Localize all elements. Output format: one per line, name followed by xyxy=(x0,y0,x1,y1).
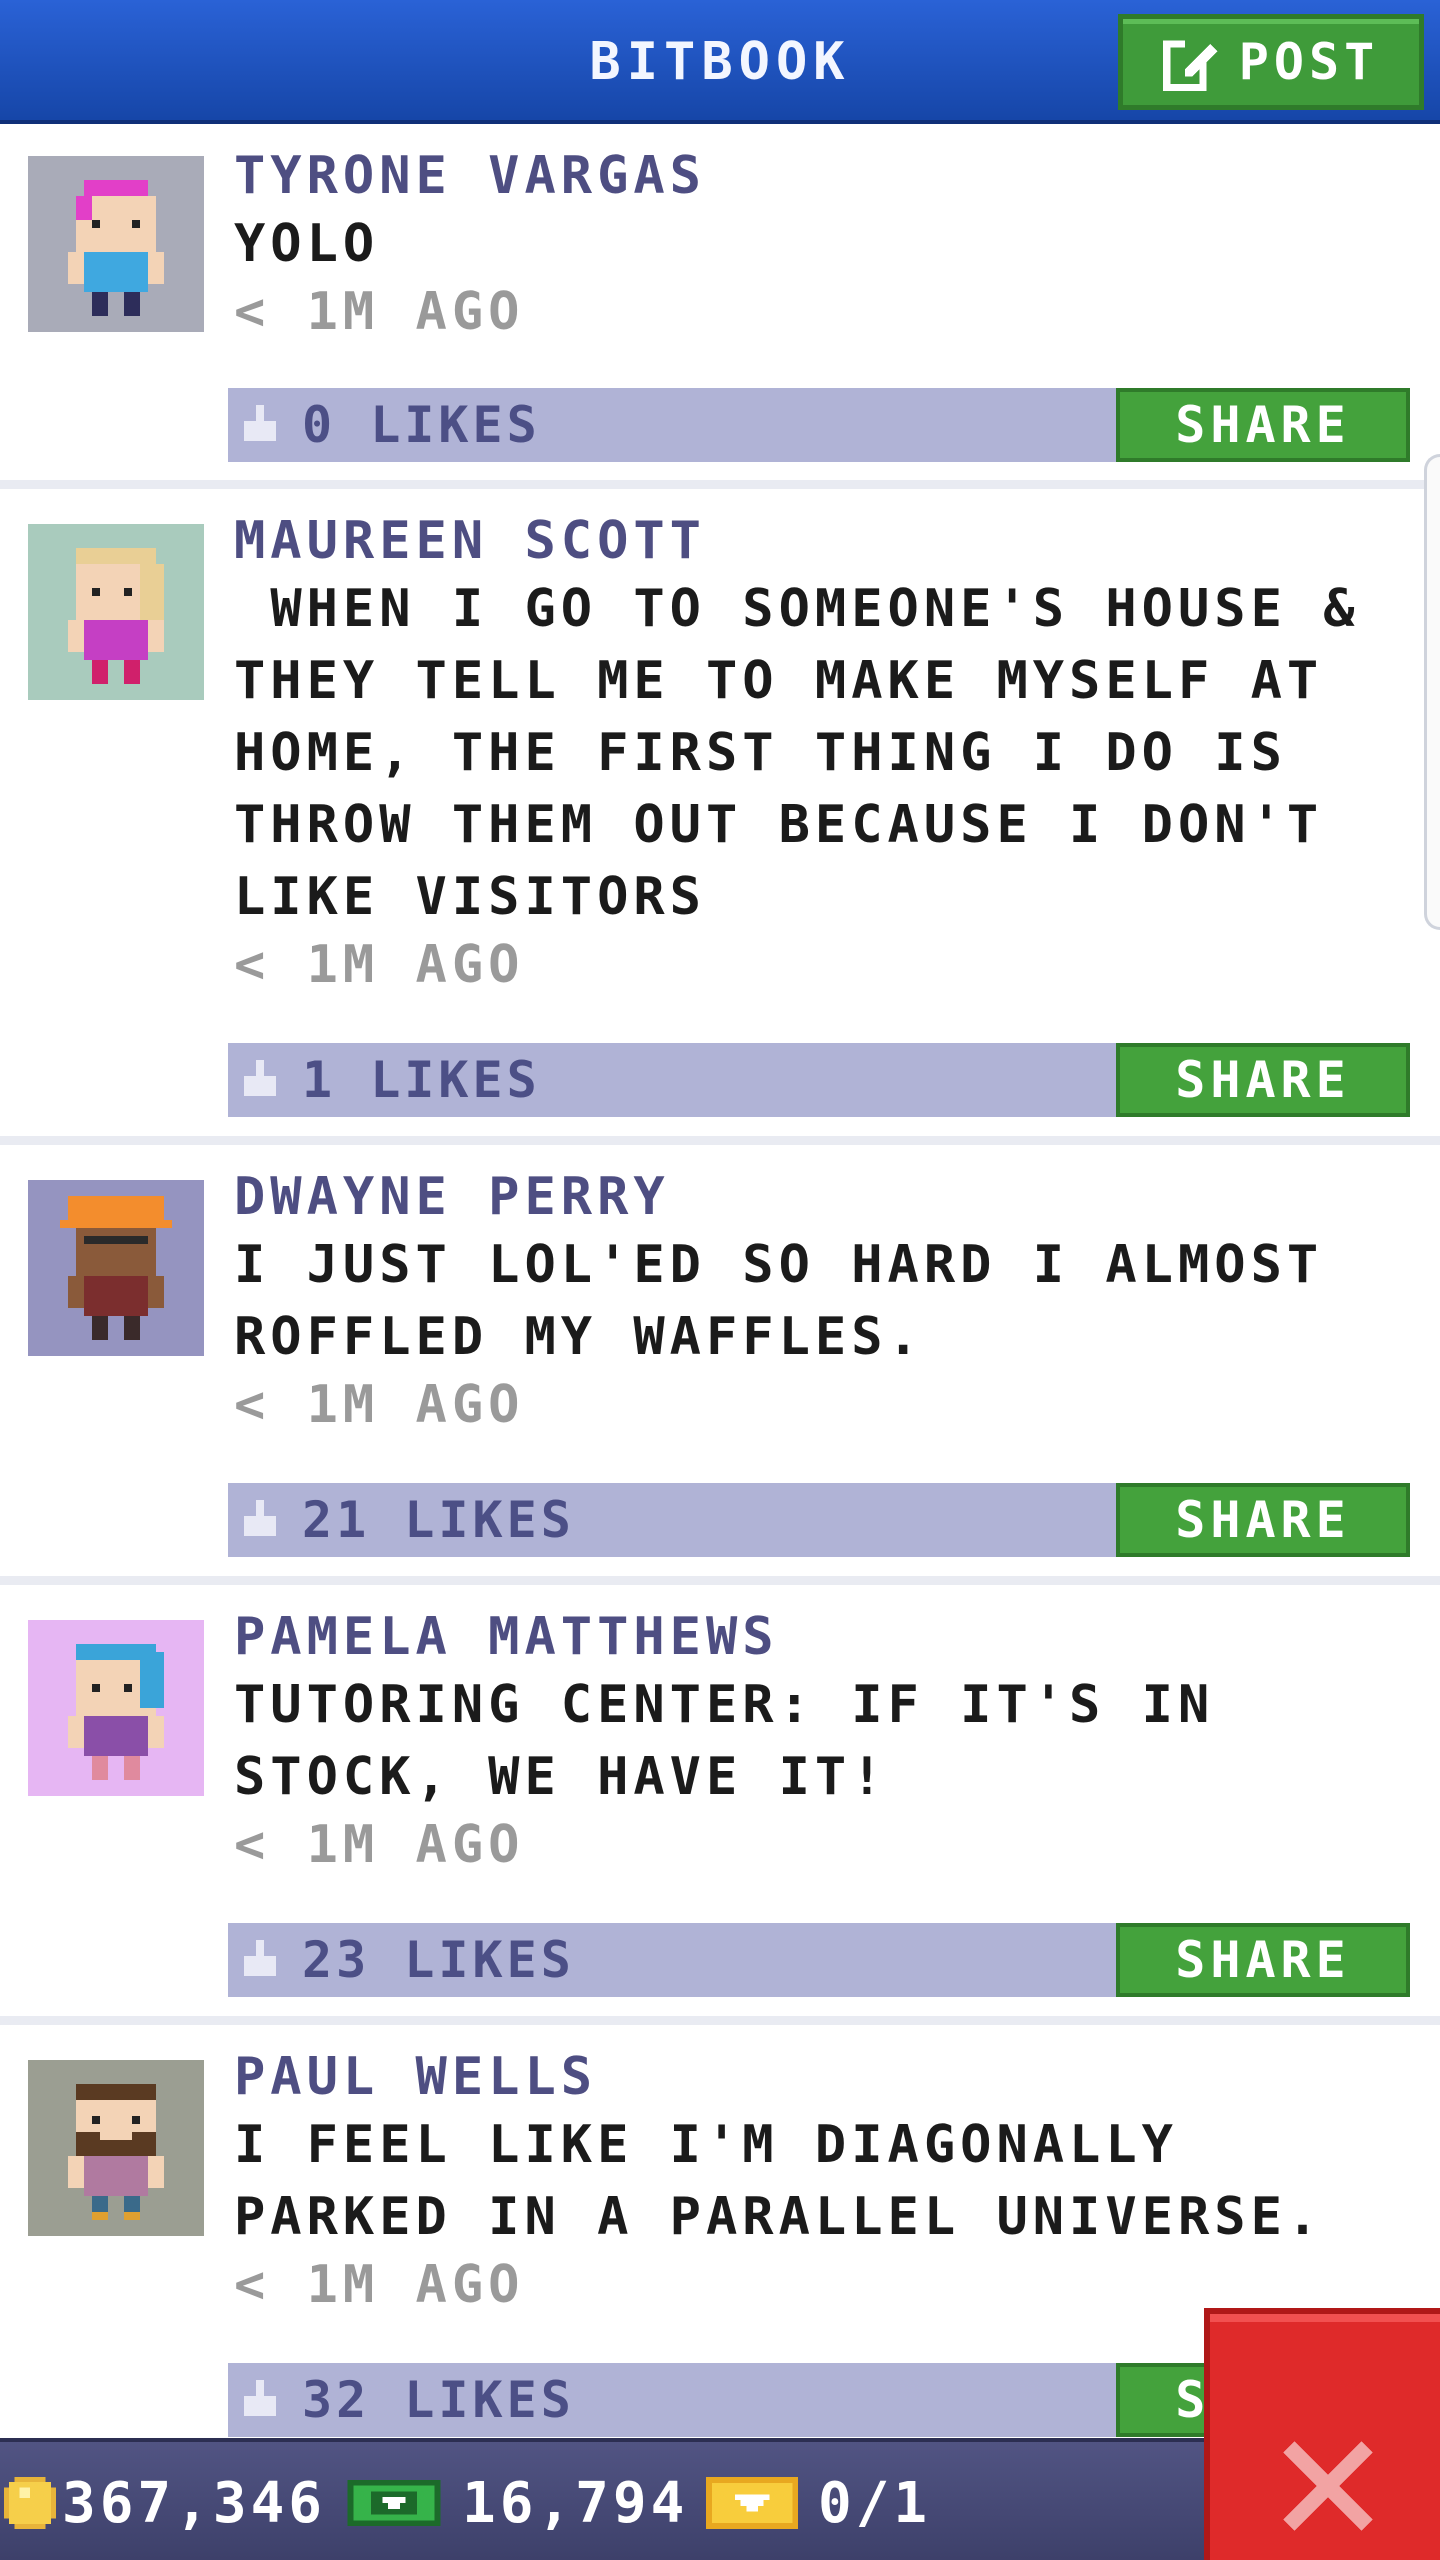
share-button[interactable]: SHARE xyxy=(1116,1043,1410,1117)
thumbs-up-icon[interactable] xyxy=(240,2379,280,2421)
cash-stat[interactable]: 16,794 xyxy=(346,2442,688,2560)
bitizen-avatar xyxy=(68,180,164,316)
scrollbar[interactable] xyxy=(1424,454,1440,930)
like-count: 32 LIKES xyxy=(302,2371,575,2429)
post-divider xyxy=(0,1576,1440,1585)
close-icon xyxy=(1283,2441,1373,2531)
close-button[interactable] xyxy=(1204,2308,1440,2560)
bitizen-avatar xyxy=(60,1196,172,1340)
post-text: YOLO xyxy=(234,214,380,274)
post-text: I FEEL LIKE I'M DIAGONALLY PARKED IN A P… xyxy=(234,2115,1324,2247)
news-feed[interactable]: TYRONE VARGAS YOLO < 1M AGO 0 LIKES SHAR… xyxy=(0,124,1440,2438)
post-author[interactable]: MAUREEN SCOTT xyxy=(234,511,706,571)
feed-post: DWAYNE PERRY I JUST LOL'ED SO HARD I ALM… xyxy=(0,1145,1440,1585)
feed-post: PAMELA MATTHEWS TUTORING CENTER: IF IT'S… xyxy=(0,1585,1440,2025)
ticket-icon xyxy=(706,2477,798,2529)
post-timestamp: < 1M AGO xyxy=(234,282,525,342)
feed-post: TYRONE VARGAS YOLO < 1M AGO 0 LIKES SHAR… xyxy=(0,124,1440,489)
avatar xyxy=(28,1620,204,1796)
post-label: POST xyxy=(1238,33,1380,91)
tickets-stat[interactable]: 0/1 xyxy=(706,2442,931,2560)
post-timestamp: < 1M AGO xyxy=(234,2255,525,2315)
bitizen-avatar xyxy=(68,1644,164,1780)
post-timestamp: < 1M AGO xyxy=(234,1815,525,1875)
app-header: BITBOOK POST xyxy=(0,0,1440,124)
post-divider xyxy=(0,480,1440,489)
post-author[interactable]: TYRONE VARGAS xyxy=(234,146,706,206)
avatar xyxy=(28,1180,204,1356)
share-button[interactable]: SHARE xyxy=(1116,1923,1410,1997)
tickets-value: 0/1 xyxy=(818,2470,932,2536)
post-divider xyxy=(0,2016,1440,2025)
post-author[interactable]: DWAYNE PERRY xyxy=(234,1167,670,1227)
avatar xyxy=(28,2060,204,2236)
like-count: 0 LIKES xyxy=(302,396,541,454)
post-author[interactable]: PAMELA MATTHEWS xyxy=(234,1607,779,1667)
post-timestamp: < 1M AGO xyxy=(234,1375,525,1435)
post-timestamp: < 1M AGO xyxy=(234,935,525,995)
like-bar: 21 LIKES SHARE xyxy=(228,1483,1410,1557)
cash-icon xyxy=(347,2479,441,2527)
like-bar: 0 LIKES SHARE xyxy=(228,388,1410,462)
like-bar: 1 LIKES SHARE xyxy=(228,1043,1410,1117)
avatar xyxy=(28,156,204,332)
coins-value: 367,346 xyxy=(62,2470,327,2536)
share-button[interactable]: SHARE xyxy=(1116,1483,1410,1557)
coin-icon xyxy=(4,2477,56,2529)
thumbs-up-icon[interactable] xyxy=(240,1499,280,1541)
cash-value: 16,794 xyxy=(462,2470,689,2536)
post-divider xyxy=(0,1136,1440,1145)
thumbs-up-icon[interactable] xyxy=(240,404,280,446)
bitizen-avatar xyxy=(68,2084,164,2220)
post-text: TUTORING CENTER: IF IT'S IN STOCK, WE HA… xyxy=(234,1675,1251,1807)
bitizen-avatar xyxy=(68,548,164,684)
avatar xyxy=(28,524,204,700)
edit-icon xyxy=(1162,36,1218,91)
feed-post: MAUREEN SCOTT WHEN I GO TO SOMEONE'S HOU… xyxy=(0,489,1440,1145)
thumbs-up-icon[interactable] xyxy=(240,1939,280,1981)
like-count: 1 LIKES xyxy=(302,1051,541,1109)
post-text: I JUST LOL'ED SO HARD I ALMOST ROFFLED M… xyxy=(234,1235,1360,1367)
like-count: 23 LIKES xyxy=(302,1931,575,1989)
coins-stat: 367,346 xyxy=(4,2442,326,2560)
post-text: WHEN I GO TO SOMEONE'S HOUSE & THEY TELL… xyxy=(234,579,1396,927)
like-count: 21 LIKES xyxy=(302,1491,575,1549)
thumbs-up-icon[interactable] xyxy=(240,1059,280,1101)
share-button[interactable]: SHARE xyxy=(1116,388,1410,462)
post-author[interactable]: PAUL WELLS xyxy=(234,2047,597,2107)
like-bar: 23 LIKES SHARE xyxy=(228,1923,1410,1997)
post-button[interactable]: POST xyxy=(1118,14,1424,110)
